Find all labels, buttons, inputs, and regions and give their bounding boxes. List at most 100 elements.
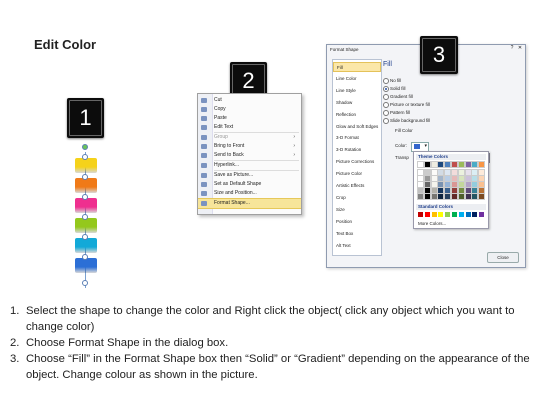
dialog-category-item[interactable]: Line Style (333, 86, 381, 96)
selected-shape-stack[interactable] (73, 144, 99, 288)
context-menu-item[interactable]: Send to Back › (198, 151, 301, 160)
theme-color-swatch[interactable] (444, 175, 452, 182)
theme-color-swatch[interactable] (478, 175, 486, 182)
dialog-category-item[interactable]: 3-D Format (333, 133, 381, 143)
context-menu-item[interactable]: Edit Text (198, 123, 301, 132)
theme-color-swatch[interactable] (457, 169, 465, 176)
theme-color-swatch[interactable] (423, 175, 431, 182)
fill-option-radio[interactable]: No fill (383, 77, 453, 84)
standard-color-swatch[interactable] (445, 212, 451, 217)
theme-color-swatch[interactable] (430, 193, 438, 200)
theme-color-swatch[interactable] (437, 175, 445, 182)
color-tab-shape[interactable] (75, 198, 97, 213)
dialog-category-item[interactable]: Reflection (333, 110, 381, 120)
standard-color-swatch[interactable] (438, 212, 444, 217)
resize-handle[interactable] (82, 154, 88, 160)
theme-color-swatch[interactable] (478, 193, 486, 200)
theme-color-swatch[interactable] (451, 169, 458, 176)
theme-color-swatch[interactable] (471, 181, 479, 188)
context-menu-item[interactable]: Format Shape... (198, 198, 301, 209)
theme-color-swatch[interactable] (464, 175, 472, 182)
dialog-category-item[interactable]: Fill (333, 62, 381, 72)
more-colors-link[interactable]: More Colors... (418, 221, 446, 226)
theme-color-swatch[interactable] (444, 187, 452, 194)
dialog-category-item[interactable]: Shadow (333, 98, 381, 108)
close-icon[interactable]: ✕ (517, 46, 523, 51)
fill-option-radio[interactable]: Solid fill (383, 85, 453, 92)
dialog-category-item[interactable]: Glow and Soft Edges (333, 122, 381, 132)
theme-color-swatch[interactable] (444, 169, 452, 176)
resize-handle[interactable] (82, 214, 88, 220)
dialog-category-item[interactable]: Size (333, 205, 381, 215)
theme-color-swatch[interactable] (417, 181, 424, 188)
theme-color-swatch[interactable] (417, 169, 424, 176)
theme-color-swatch[interactable] (451, 181, 458, 188)
theme-color-swatch[interactable] (464, 187, 472, 194)
theme-color-swatch[interactable] (430, 181, 438, 188)
dialog-category-item[interactable]: Crop (333, 193, 381, 203)
standard-color-swatch[interactable] (452, 212, 457, 217)
theme-color-swatch[interactable] (417, 161, 424, 168)
fill-option-radio[interactable]: Pattern fill (383, 109, 453, 116)
theme-color-swatch[interactable] (457, 175, 465, 182)
fill-option-radio[interactable]: Picture or texture fill (383, 101, 453, 108)
theme-color-swatch[interactable] (430, 175, 438, 182)
color-tab-shape[interactable] (75, 178, 97, 193)
theme-color-swatch[interactable] (423, 169, 431, 176)
theme-color-swatch[interactable] (423, 161, 431, 168)
theme-color-swatch[interactable] (457, 181, 465, 188)
dialog-category-item[interactable]: Alt Text (333, 241, 381, 251)
theme-color-swatch[interactable] (437, 161, 445, 168)
context-menu-item[interactable]: Paste (198, 114, 301, 123)
theme-color-swatch[interactable] (437, 169, 445, 176)
resize-handle[interactable] (82, 254, 88, 260)
theme-color-swatch[interactable] (457, 193, 465, 200)
context-menu-item[interactable]: Hyperlink... (198, 161, 301, 170)
theme-color-swatch[interactable] (464, 161, 472, 168)
theme-color-swatch[interactable] (471, 175, 479, 182)
color-tab-shape[interactable] (75, 158, 97, 173)
theme-color-swatch[interactable] (478, 161, 486, 168)
resize-handle[interactable] (82, 234, 88, 240)
theme-color-swatch[interactable] (423, 181, 431, 188)
theme-color-swatch[interactable] (451, 175, 458, 182)
theme-color-swatch[interactable] (423, 193, 431, 200)
context-menu-item[interactable]: Group › (198, 133, 301, 142)
color-tab-shape[interactable] (75, 238, 97, 253)
theme-color-swatch[interactable] (471, 193, 479, 200)
theme-color-swatch[interactable] (451, 161, 458, 168)
theme-color-swatch[interactable] (444, 181, 452, 188)
theme-color-swatch[interactable] (437, 193, 445, 200)
context-menu-item[interactable]: Copy (198, 105, 301, 114)
dialog-category-item[interactable]: Position (333, 217, 381, 227)
theme-color-swatch[interactable] (451, 187, 458, 194)
dialog-category-item[interactable]: 3-D Rotation (333, 145, 381, 155)
theme-color-swatch[interactable] (464, 193, 472, 200)
theme-color-swatch[interactable] (430, 187, 438, 194)
dialog-category-item[interactable]: Picture Color (333, 169, 381, 179)
dialog-category-item[interactable]: Line Color (333, 74, 381, 84)
theme-color-swatch[interactable] (457, 161, 465, 168)
standard-color-swatch[interactable] (472, 212, 478, 217)
theme-color-swatch[interactable] (437, 187, 445, 194)
theme-color-swatch[interactable] (478, 181, 486, 188)
theme-color-swatch[interactable] (430, 169, 438, 176)
fill-option-radio[interactable]: Slide background fill (383, 117, 453, 124)
theme-color-swatch[interactable] (437, 181, 445, 188)
color-tab-shape[interactable] (75, 258, 97, 273)
standard-color-swatch[interactable] (465, 212, 471, 217)
theme-color-swatch[interactable] (444, 161, 452, 168)
context-menu-item[interactable]: Bring to Front › (198, 142, 301, 151)
context-menu-item[interactable]: Cut (198, 96, 301, 105)
context-menu-item[interactable]: Set as Default Shape (198, 180, 301, 189)
dialog-category-item[interactable]: Picture Corrections (333, 157, 381, 167)
help-icon[interactable]: ? (509, 46, 515, 51)
resize-handle[interactable] (82, 174, 88, 180)
fill-option-radio[interactable]: Gradient fill (383, 93, 453, 100)
standard-color-swatch[interactable] (458, 212, 464, 217)
theme-color-swatch[interactable] (430, 161, 438, 168)
context-menu-item[interactable]: Size and Position... (198, 189, 301, 198)
standard-color-swatch[interactable] (418, 212, 423, 217)
theme-color-swatch[interactable] (464, 181, 472, 188)
close-button[interactable]: Close (487, 252, 519, 263)
